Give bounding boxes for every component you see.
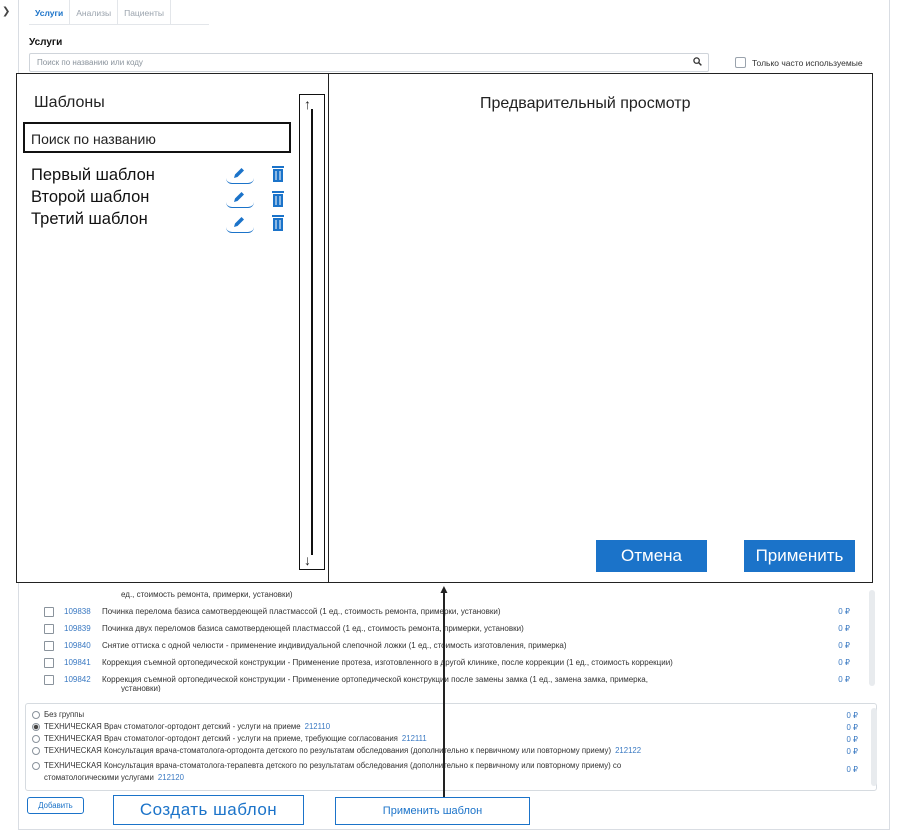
tab-patients[interactable]: Пациенты	[118, 0, 171, 25]
templates-modal: Шаблоны Поиск по названию Первый шаблон …	[16, 73, 873, 583]
templates-search-placeholder: Поиск по названию	[31, 131, 156, 147]
service-price: 0 ₽	[838, 658, 850, 667]
group-label: ТЕХНИЧЕСКАЯ Консультация врача-стоматоло…	[44, 746, 612, 755]
arrow-up-icon: ▲	[438, 582, 450, 596]
scrollbar-track[interactable]	[311, 109, 313, 555]
service-text: Коррекция съемной ортопедической констру…	[102, 675, 648, 684]
groups-list: Без группы 0 ₽ ТЕХНИЧЕСКАЯ Врач стоматол…	[25, 703, 877, 791]
service-code[interactable]: 109840	[64, 641, 91, 650]
tab-analyses[interactable]: Анализы	[70, 0, 119, 25]
collapse-handle[interactable]: ❯	[2, 0, 14, 830]
group-radio[interactable]	[32, 710, 40, 719]
group-option[interactable]: ТЕХНИЧЕСКАЯ Консультация врача-стоматоло…	[32, 746, 641, 755]
service-code[interactable]: 109839	[64, 624, 91, 633]
delete-template-button[interactable]	[271, 214, 285, 232]
group-price: 0 ₽	[846, 723, 858, 732]
service-price: 0 ₽	[838, 641, 850, 650]
search-icon[interactable]	[693, 57, 702, 68]
group-option[interactable]: ТЕХНИЧЕСКАЯ Врач стоматолог-ортодонт дет…	[32, 722, 330, 731]
add-button[interactable]: Добавить	[27, 797, 84, 814]
only-frequent-toggle[interactable]: Только часто используемые	[735, 57, 863, 68]
services-search-input[interactable]: Поиск по названию или коду	[29, 53, 709, 72]
pencil-icon	[234, 192, 244, 202]
create-template-button[interactable]: Создать шаблон	[113, 795, 304, 825]
edit-template-button[interactable]	[226, 211, 254, 233]
group-price: 0 ₽	[846, 747, 858, 756]
service-checkbox[interactable]	[44, 624, 54, 634]
group-code[interactable]: 212120	[158, 773, 184, 782]
service-row-wrap: установки)	[121, 684, 161, 692]
service-code[interactable]: 109842	[64, 675, 91, 684]
trash-icon	[272, 166, 284, 182]
service-price: 0 ₽	[838, 675, 850, 684]
services-title: Услуги	[29, 37, 63, 48]
template-item[interactable]: Первый шаблон	[31, 166, 155, 185]
group-label: ТЕХНИЧЕСКАЯ Врач стоматолог-ортодонт дет…	[44, 734, 398, 743]
template-item[interactable]: Третий шаблон	[31, 210, 148, 229]
service-text: Починка перелома базиса самотвердеющей п…	[102, 607, 501, 616]
group-label: Без группы	[44, 710, 85, 719]
pencil-icon	[234, 217, 244, 227]
only-frequent-checkbox[interactable]	[735, 57, 746, 68]
group-option[interactable]: Без группы	[32, 710, 84, 719]
service-text: Коррекция съемной ортопедической констру…	[102, 658, 673, 667]
group-label-wrap: стоматологическими услугами 212120	[44, 773, 184, 782]
group-label: ТЕХНИЧЕСКАЯ Врач стоматолог-ортодонт дет…	[44, 722, 301, 731]
apply-template-button[interactable]: Применить шаблон	[335, 797, 530, 825]
pointer-arrow-line	[443, 590, 445, 797]
group-label: ТЕХНИЧЕСКАЯ Консультация врача-стоматоло…	[44, 761, 622, 770]
tab-services[interactable]: Услуги	[29, 0, 71, 25]
service-checkbox[interactable]	[44, 658, 54, 668]
service-price: 0 ₽	[838, 624, 850, 633]
partial-row-text: ед., стоимость ремонта, примерки, устано…	[121, 590, 293, 599]
arrow-down-icon[interactable]: ↓	[304, 553, 311, 567]
group-radio-selected[interactable]	[32, 722, 40, 731]
group-option[interactable]: ТЕХНИЧЕСКАЯ Консультация врача-стоматоло…	[32, 761, 621, 770]
templates-search-input[interactable]: Поиск по названию	[23, 122, 291, 153]
service-text: Починка двух переломов базиса самотверде…	[102, 624, 524, 633]
pencil-icon	[234, 168, 244, 178]
templates-scrollbar[interactable]: ↑ ↓	[299, 94, 325, 570]
group-code[interactable]: 212111	[402, 734, 427, 743]
groups-scrollbar[interactable]	[871, 708, 877, 786]
service-code[interactable]: 109841	[64, 658, 91, 667]
services-search-placeholder: Поиск по названию или коду	[37, 58, 143, 67]
tab-bar: Услуги Анализы Пациенты	[29, 0, 209, 25]
templates-panel: Шаблоны Поиск по названию Первый шаблон …	[17, 74, 329, 582]
service-checkbox[interactable]	[44, 641, 54, 651]
template-item[interactable]: Второй шаблон	[31, 188, 149, 207]
group-code[interactable]: 212122	[615, 746, 641, 755]
service-checkbox[interactable]	[44, 675, 54, 685]
cancel-button[interactable]: Отмена	[596, 540, 707, 572]
service-checkbox[interactable]	[44, 607, 54, 617]
trash-icon	[272, 191, 284, 207]
services-scrollbar[interactable]	[869, 590, 875, 686]
group-radio[interactable]	[32, 734, 40, 743]
delete-template-button[interactable]	[271, 190, 285, 208]
group-price: 0 ₽	[846, 711, 858, 720]
apply-button[interactable]: Применить	[744, 540, 855, 572]
service-price: 0 ₽	[838, 607, 850, 616]
group-price: 0 ₽	[846, 765, 858, 774]
edit-template-button[interactable]	[226, 162, 254, 184]
group-price: 0 ₽	[846, 735, 858, 744]
only-frequent-label: Только часто используемые	[752, 57, 863, 68]
group-option[interactable]: ТЕХНИЧЕСКАЯ Врач стоматолог-ортодонт дет…	[32, 734, 427, 743]
group-radio[interactable]	[32, 761, 40, 770]
edit-template-button[interactable]	[226, 186, 254, 208]
chevron-left-icon[interactable]: ❯	[2, 6, 10, 17]
trash-icon	[272, 215, 284, 231]
arrow-up-icon[interactable]: ↑	[304, 97, 311, 111]
service-code[interactable]: 109838	[64, 607, 91, 616]
group-label: стоматологическими услугами	[44, 773, 154, 782]
delete-template-button[interactable]	[271, 165, 285, 183]
preview-title: Предварительный просмотр	[480, 95, 691, 112]
group-code[interactable]: 212110	[305, 722, 330, 731]
service-text: Снятие оттиска с одной челюсти - примене…	[102, 641, 567, 650]
templates-title: Шаблоны	[34, 94, 105, 111]
group-radio[interactable]	[32, 746, 40, 755]
